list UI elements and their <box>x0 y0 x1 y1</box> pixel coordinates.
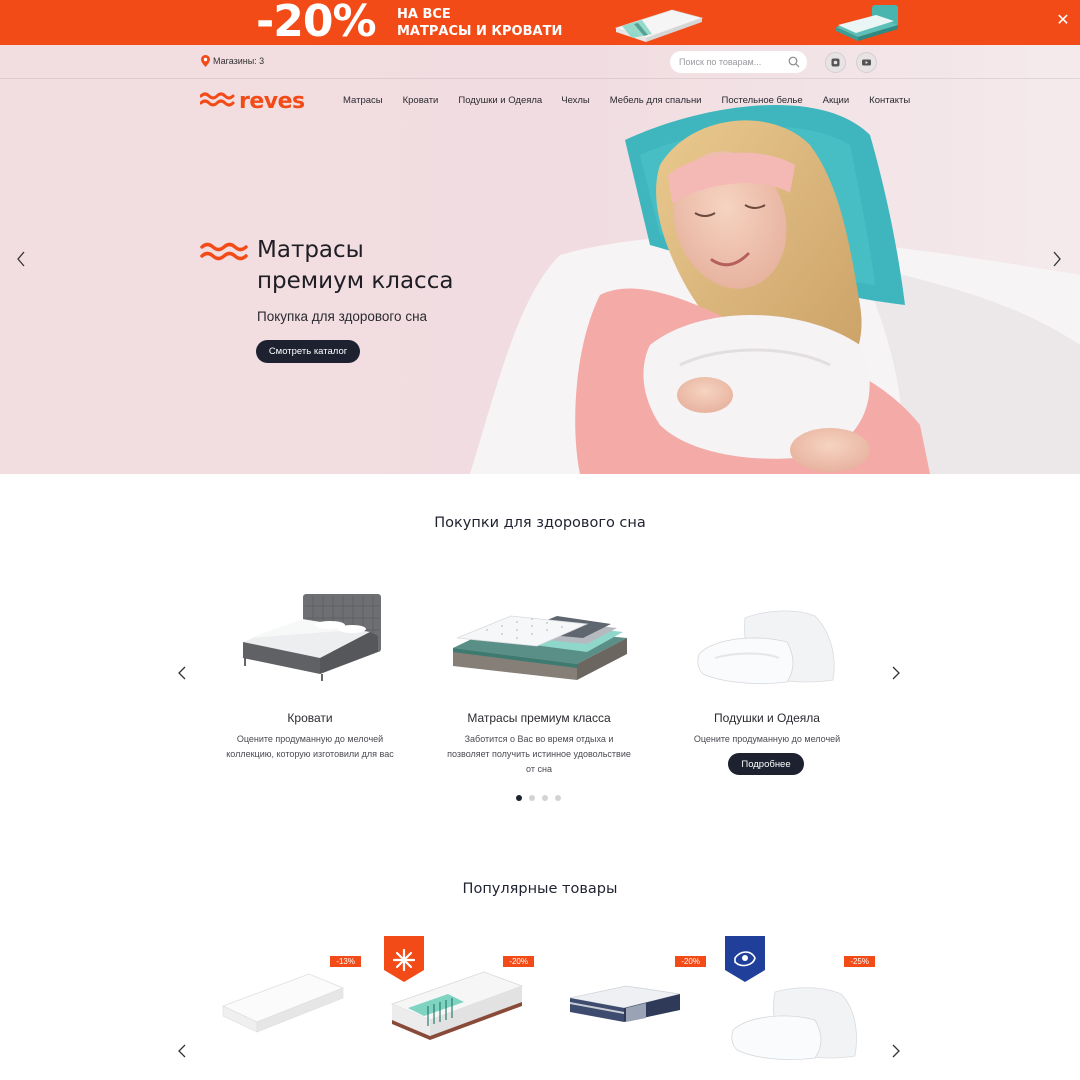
promo-discount: -20% <box>256 0 377 45</box>
category-description-line: коллекцию, которую изготовили для вас <box>226 749 394 759</box>
logo-text: reves <box>239 88 305 114</box>
promo-line-1: НА ВСЕ <box>397 7 451 22</box>
product-ribbon-icon <box>725 936 765 982</box>
search-icon[interactable] <box>788 56 800 68</box>
discount-badge: -20% <box>675 956 706 967</box>
chevron-left-icon <box>178 666 186 680</box>
category-description: Оцените продуманную до мелочей коллекцию… <box>210 732 410 762</box>
hero-title-line-1: Матрасы <box>257 237 364 263</box>
youtube-icon[interactable] <box>856 52 877 73</box>
category-name: Подушки и Одеяла <box>714 711 820 725</box>
promo-bed-image <box>836 5 898 41</box>
promo-mattress-image <box>614 9 704 42</box>
logo[interactable]: reves <box>200 88 305 114</box>
nav-item-promotions[interactable]: Акции <box>823 95 850 106</box>
location-pin-icon <box>201 55 210 67</box>
chevron-left-icon <box>178 1044 186 1058</box>
search-input[interactable] <box>670 51 807 73</box>
promo-banner[interactable]: -20% НА ВСЕ МАТРАСЫ И КРОВАТИ ✕ <box>0 0 1080 45</box>
slider-dots <box>516 795 561 801</box>
mattress-layers-image <box>453 615 627 680</box>
hero-next-arrow[interactable] <box>1050 250 1064 268</box>
discount-badge: -25% <box>844 956 875 967</box>
categories-next-arrow[interactable] <box>890 665 902 681</box>
close-icon[interactable]: ✕ <box>1054 12 1072 30</box>
promo-text: НА ВСЕ МАТРАСЫ И КРОВАТИ <box>397 6 562 40</box>
bed-image <box>243 594 381 681</box>
nav-item-furniture[interactable]: Мебель для спальни <box>610 95 702 106</box>
category-description: Оцените продуманную до мелочей <box>667 732 867 747</box>
category-card-beds[interactable]: Кровати Оцените продуманную до мелочей к… <box>210 590 410 780</box>
nav-item-bedding[interactable]: Постельное белье <box>722 95 803 106</box>
stores-label: Магазины: 3 <box>213 56 265 66</box>
hero-title: Матрасы премиум класса <box>257 235 453 297</box>
mattress-cutaway-image <box>390 971 524 1040</box>
hero-waves-icon <box>200 242 248 261</box>
category-description-line: позволяет получить истинное удовольствие <box>447 749 631 759</box>
slider-dot[interactable] <box>516 795 522 801</box>
hero-prev-arrow[interactable] <box>14 250 28 268</box>
category-description-line: от сна <box>526 764 552 774</box>
main-nav: Матрасы Кровати Подушки и Одеяла Чехлы М… <box>343 95 910 106</box>
instagram-icon[interactable] <box>825 52 846 73</box>
hero-photo <box>0 45 1080 474</box>
hero-subtitle: Покупка для здорового сна <box>257 309 428 324</box>
category-description-line: Оцените продуманную до мелочей <box>693 734 841 744</box>
category-name: Матрасы премиум класса <box>467 711 611 725</box>
chevron-left-icon <box>17 251 25 267</box>
pillows-image <box>731 987 857 1060</box>
slider-dot[interactable] <box>529 795 535 801</box>
chevron-right-icon <box>892 666 900 680</box>
slider-dot[interactable] <box>555 795 561 801</box>
category-name: Кровати <box>287 711 333 725</box>
nav-item-pillows[interactable]: Подушки и Одеяла <box>458 95 542 106</box>
popular-prev-arrow[interactable] <box>176 1043 188 1059</box>
more-button[interactable]: Подробнее <box>728 753 804 775</box>
stores-link[interactable]: Магазины: 3 <box>201 55 264 67</box>
chevron-right-icon <box>892 1044 900 1058</box>
view-catalog-button[interactable]: Смотреть каталог <box>256 340 360 363</box>
product-card[interactable]: -25% <box>715 928 875 1080</box>
slider-dot[interactable] <box>542 795 548 801</box>
product-card[interactable]: -20% <box>378 928 538 1080</box>
chevron-right-icon <box>1053 251 1061 267</box>
product-card[interactable]: -20% <box>550 928 710 1080</box>
categories-title: Покупки для здорового сна <box>434 515 646 531</box>
hero-section: Магазины: 3 reves Матрасы Кровати Подушк… <box>0 45 1080 474</box>
nav-item-contacts[interactable]: Контакты <box>869 95 910 106</box>
category-card-pillows[interactable]: Подушки и Одеяла Оцените продуманную до … <box>667 590 867 780</box>
category-description: Заботится о Вас во время отдыха и позвол… <box>439 732 639 777</box>
popular-next-arrow[interactable] <box>890 1043 902 1059</box>
popular-title: Популярные товары <box>462 881 618 897</box>
logo-waves-icon <box>200 92 235 107</box>
nav-item-covers[interactable]: Чехлы <box>561 95 590 106</box>
product-card[interactable]: -13% <box>205 928 365 1080</box>
mattress-image <box>221 973 345 1033</box>
hero-title-line-2: премиум класса <box>257 268 454 294</box>
category-description-line: Оцените продуманную до мелочей <box>236 734 384 744</box>
promo-line-2: МАТРАСЫ И КРОВАТИ <box>397 24 563 39</box>
nav-item-mattresses[interactable]: Матрасы <box>343 95 383 106</box>
category-description-line: Заботится о Вас во время отдыха и <box>464 734 614 744</box>
category-card-mattresses[interactable]: Матрасы премиум класса Заботится о Вас в… <box>439 590 639 780</box>
categories-prev-arrow[interactable] <box>176 665 188 681</box>
mattress-layers-image <box>569 985 681 1022</box>
nav-item-beds[interactable]: Кровати <box>403 95 439 106</box>
top-bar: Магазины: 3 <box>0 45 1080 79</box>
pillows-image <box>697 610 835 684</box>
